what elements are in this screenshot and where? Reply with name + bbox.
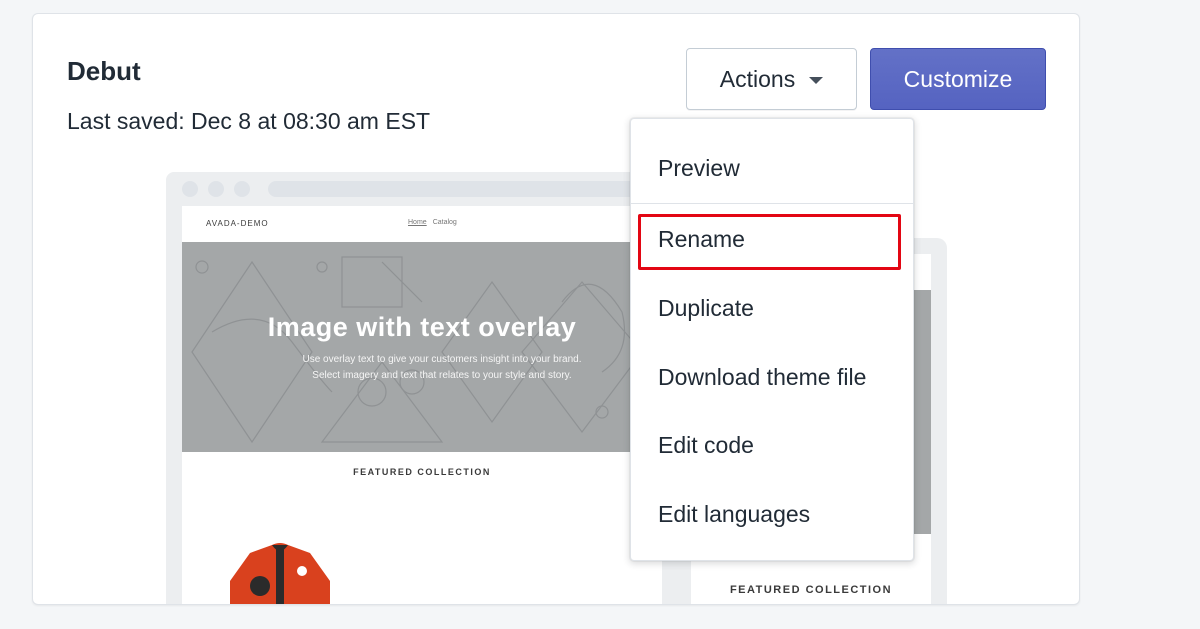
actions-dropdown-menu: Preview Rename Duplicate Download theme … [630, 118, 914, 561]
hero-subtitle: Use overlay text to give your customers … [252, 352, 632, 384]
browser-dot [234, 181, 250, 197]
product-image [220, 541, 340, 604]
hero-subtitle-line: Select imagery and text that relates to … [312, 370, 572, 381]
theme-card: Debut Last saved: Dec 8 at 08:30 am EST … [32, 13, 1080, 605]
hero-pattern [191, 256, 643, 444]
actions-button-label: Actions [719, 65, 796, 92]
menu-item-duplicate[interactable]: Duplicate [658, 295, 754, 322]
site-nav-links: Home Catalog [408, 219, 457, 226]
hero-title: Image with text overlay [267, 312, 577, 342]
site-nav-link: Home [408, 219, 427, 226]
jersey-image [230, 543, 330, 604]
site-nav: AVADA-DEMO Home Catalog [182, 206, 662, 242]
site-logo: AVADA-DEMO [206, 219, 269, 228]
theme-title: Debut [67, 56, 141, 86]
hero-image: Image with text overlay Use overlay text… [182, 242, 662, 452]
menu-item-edit-languages[interactable]: Edit languages [658, 501, 810, 528]
theme-preview-desktop[interactable]: AVADA-DEMO Home Catalog Image with text … [166, 172, 678, 604]
browser-dot [208, 181, 224, 197]
site-preview: AVADA-DEMO Home Catalog Image with text … [182, 206, 662, 604]
mobile-featured-label: FEATURED COLLECTION [729, 584, 893, 596]
customize-button[interactable]: Customize [870, 48, 1046, 110]
actions-button[interactable]: Actions [686, 48, 857, 110]
chevron-down-icon [809, 76, 824, 84]
featured-collection-label: FEATURED COLLECTION [353, 467, 491, 477]
customize-button-label: Customize [903, 65, 1013, 92]
site-nav-link: Catalog [432, 219, 457, 226]
browser-dot [182, 181, 198, 197]
menu-item-rename[interactable]: Rename [658, 226, 745, 253]
hero-subtitle-line: Use overlay text to give your customers … [302, 354, 582, 365]
menu-item-download-theme-file[interactable]: Download theme file [658, 364, 866, 391]
browser-url-bar [268, 181, 668, 197]
menu-divider [631, 203, 913, 204]
menu-item-preview[interactable]: Preview [658, 155, 740, 182]
browser-bar [166, 172, 678, 206]
last-saved-text: Last saved: Dec 8 at 08:30 am EST [67, 108, 431, 134]
menu-item-edit-code[interactable]: Edit code [658, 432, 754, 459]
